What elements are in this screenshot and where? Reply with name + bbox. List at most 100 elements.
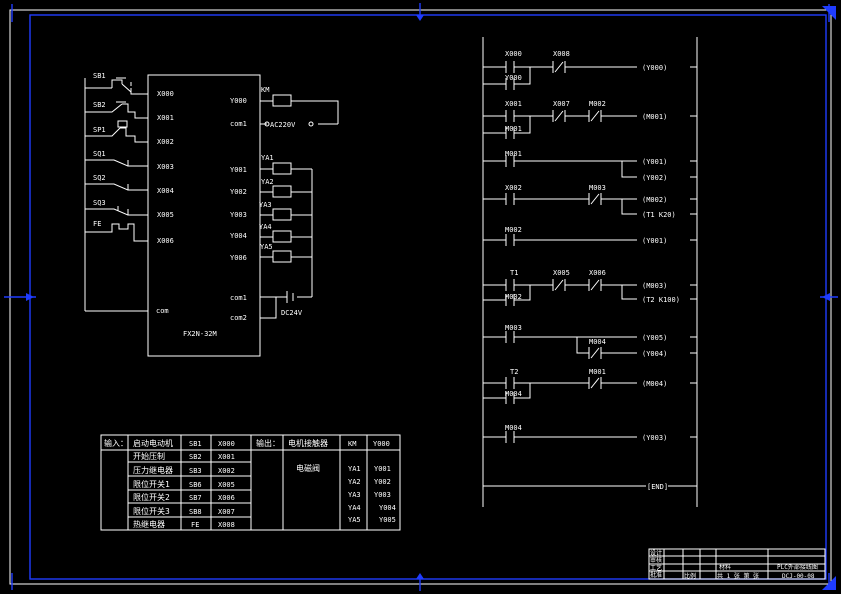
svg-text:X008: X008: [553, 50, 570, 58]
input-row: SB2 X001: [85, 101, 174, 122]
svg-text:M003: M003: [505, 324, 522, 332]
ladder-rung: X000 X008 Y000 (Y000): [483, 50, 697, 90]
svg-text:SB1: SB1: [93, 72, 106, 80]
svg-text:X000: X000: [218, 440, 235, 448]
dc-supply-label: DC24V: [281, 309, 303, 317]
svg-text:(Y003): (Y003): [642, 434, 667, 442]
ladder-rung: T1 X005 X006 M002 (M003) (T2 K100): [483, 269, 697, 306]
drawing-code: DCJ-00-08: [782, 573, 815, 580]
ladder-rung: X001 X007 M002 M001 (M001): [483, 100, 697, 139]
svg-text:X005: X005: [218, 481, 235, 489]
km-coil: [272, 94, 292, 107]
ladder-diagram: X000 X008 Y000 (Y000) X001 X007 M002 M00…: [482, 37, 698, 507]
input-row: SQ3 X005: [85, 199, 174, 219]
ladder-rung: T2 M001 M004 (M004): [483, 368, 697, 404]
ladder-rung: M004 (Y003): [483, 424, 697, 443]
svg-text:SB8: SB8: [189, 508, 202, 516]
svg-text:SQ3: SQ3: [93, 199, 106, 207]
svg-text:Y004: Y004: [230, 232, 247, 240]
svg-text:X006: X006: [157, 237, 174, 245]
svg-text:com1: com1: [230, 120, 247, 128]
svg-text:Y002: Y002: [230, 188, 247, 196]
valve-row: YA2 Y002: [230, 178, 312, 198]
svg-text:电机接触器: 电机接触器: [288, 438, 328, 448]
svg-text:YA1: YA1: [261, 154, 274, 162]
svg-text:M002: M002: [589, 100, 606, 108]
svg-text:热继电器: 热继电器: [133, 519, 165, 529]
svg-text:M001: M001: [589, 368, 606, 376]
svg-text:(T2 K100): (T2 K100): [642, 296, 680, 304]
plc-wiring-diagram: FX2N-32M com SB1 X000 SB2 X001 SP1 X002 …: [84, 72, 339, 357]
svg-text:YA4: YA4: [259, 223, 272, 231]
ladder-rung: M001 (Y001) (Y002): [483, 150, 697, 182]
svg-text:(M001): (M001): [642, 113, 667, 121]
svg-text:Y000: Y000: [373, 440, 390, 448]
ladder-rung: X002 M003 (M002) (T1 K20): [483, 184, 697, 219]
svg-text:Y006: Y006: [230, 254, 247, 262]
svg-text:X002: X002: [157, 138, 174, 146]
svg-text:com2: com2: [230, 314, 247, 322]
svg-text:X002: X002: [218, 467, 235, 475]
svg-text:审核: 审核: [650, 556, 662, 564]
input-row: SQ2 X004: [85, 174, 174, 195]
svg-text:(Y005): (Y005): [642, 334, 667, 342]
svg-text:开始压制: 开始压制: [133, 451, 165, 461]
valve-row: YA4 Y004: [230, 223, 312, 243]
svg-text:启动电动机: 启动电动机: [133, 438, 173, 448]
io-valve-name: 电磁阀: [296, 463, 320, 473]
plc-model-label: FX2N-32M: [183, 330, 217, 338]
svg-text:Y000: Y000: [230, 97, 247, 105]
drawing-title: PLC外部接线图: [777, 563, 818, 571]
plc-com-left: com: [156, 307, 169, 315]
svg-text:M004: M004: [505, 390, 522, 398]
svg-text:X001: X001: [218, 453, 235, 461]
svg-text:Y003: Y003: [230, 211, 247, 219]
svg-text:YA5: YA5: [348, 516, 361, 524]
svg-text:SP1: SP1: [93, 126, 106, 134]
svg-text:限位开关1: 限位开关1: [133, 479, 170, 489]
ladder-end: [END]: [483, 483, 697, 491]
valve-row: YA3 Y003: [230, 201, 312, 221]
scale-label: 比例: [684, 572, 696, 580]
input-row: FE X006: [85, 220, 174, 245]
svg-text:T1: T1: [510, 269, 518, 277]
svg-text:(Y001): (Y001): [642, 158, 667, 166]
svg-text:X008: X008: [218, 521, 235, 529]
svg-text:SB2: SB2: [189, 453, 202, 461]
svg-text:(Y001): (Y001): [642, 237, 667, 245]
svg-text:Y004: Y004: [379, 504, 396, 512]
drawing-canvas: FX2N-32M com SB1 X000 SB2 X001 SP1 X002 …: [4, 3, 838, 591]
svg-text:M002: M002: [505, 293, 522, 301]
svg-text:SB3: SB3: [189, 467, 202, 475]
svg-text:Y001: Y001: [374, 465, 391, 473]
sheet-info: 共 1 张 第 张: [717, 572, 759, 580]
svg-text:设计: 设计: [650, 549, 662, 557]
svg-text:YA5: YA5: [260, 243, 273, 251]
svg-text:M001: M001: [505, 125, 522, 133]
svg-text:YA2: YA2: [348, 478, 361, 486]
svg-text:KM: KM: [348, 440, 356, 448]
svg-text:(Y002): (Y002): [642, 174, 667, 182]
svg-text:YA1: YA1: [348, 465, 361, 473]
svg-text:X006: X006: [218, 494, 235, 502]
ladder-rung: M002 (Y001): [483, 226, 697, 246]
svg-text:SQ2: SQ2: [93, 174, 106, 182]
svg-text:(Y004): (Y004): [642, 350, 667, 358]
io-in-header: 输入：: [104, 438, 128, 448]
svg-text:com1: com1: [230, 294, 247, 302]
material-label: 材料: [719, 563, 731, 571]
svg-text:SB6: SB6: [189, 481, 202, 489]
svg-text:FE: FE: [93, 220, 101, 228]
valve-row: YA5 Y006: [230, 243, 312, 263]
svg-text:M004: M004: [505, 424, 522, 432]
svg-text:YA3: YA3: [348, 491, 361, 499]
svg-text:SB7: SB7: [189, 494, 202, 502]
svg-text:Y003: Y003: [374, 491, 391, 499]
svg-text:压力继电器: 压力继电器: [133, 465, 173, 475]
svg-text:限位开关3: 限位开关3: [133, 506, 170, 516]
svg-text:T2: T2: [510, 368, 518, 376]
svg-text:X001: X001: [505, 100, 522, 108]
svg-text:Y001: Y001: [230, 166, 247, 174]
svg-text:批准: 批准: [650, 571, 662, 579]
svg-text:Y002: Y002: [374, 478, 391, 486]
